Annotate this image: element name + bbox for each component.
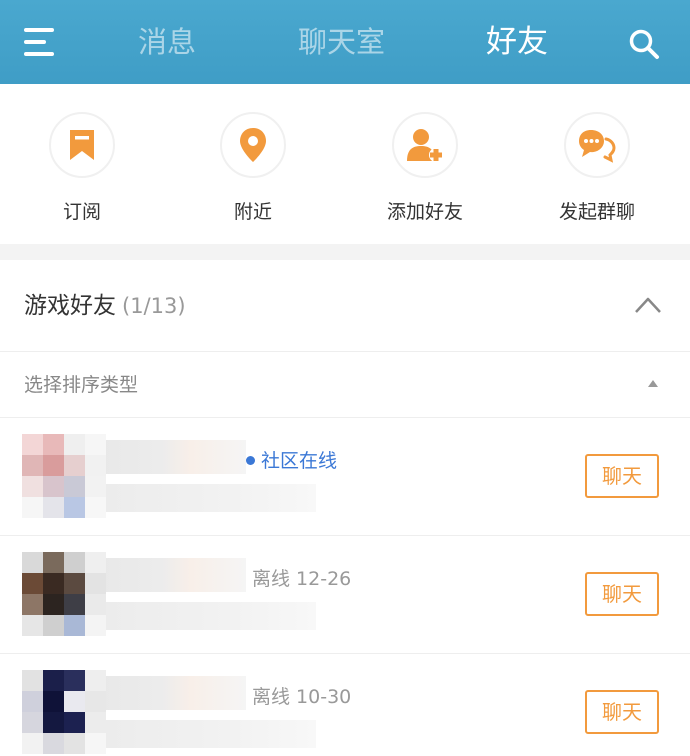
chevron-up-icon[interactable] bbox=[634, 296, 662, 314]
subscribe-label: 订阅 bbox=[62, 201, 101, 223]
add-user-icon bbox=[407, 129, 443, 162]
avatar bbox=[22, 670, 106, 754]
blurred-info bbox=[106, 484, 316, 512]
avatar bbox=[22, 434, 106, 518]
group-count: (1/13) bbox=[122, 294, 186, 318]
tab-chatroom[interactable]: 聊天室 bbox=[298, 22, 385, 62]
status-badge: 离线 12-26 bbox=[252, 568, 352, 590]
add-friend-label: 添加好友 bbox=[386, 201, 463, 223]
start-group-chat-label: 发起群聊 bbox=[558, 201, 635, 223]
tab-friends[interactable]: 好友 bbox=[486, 22, 548, 62]
search-icon[interactable] bbox=[628, 28, 660, 60]
add-friend-button[interactable]: 添加好友 bbox=[360, 112, 490, 224]
bookmark-icon bbox=[70, 130, 94, 160]
caret-up-icon bbox=[648, 380, 658, 387]
nearby-button[interactable]: 附近 bbox=[188, 112, 318, 224]
section-divider bbox=[0, 244, 690, 260]
group-title: 游戏好友 (1/13) bbox=[24, 293, 186, 319]
group-chat-icon bbox=[579, 130, 616, 163]
status-badge: 离线 10-30 bbox=[252, 686, 352, 708]
friend-row[interactable]: 社区在线 聊天 bbox=[0, 418, 690, 536]
blurred-name bbox=[106, 676, 246, 710]
tab-messages[interactable]: 消息 bbox=[138, 22, 196, 62]
blurred-info bbox=[106, 720, 316, 748]
quick-actions: 订阅 附近 添加好友 发起群聊 bbox=[0, 84, 690, 244]
location-pin-icon bbox=[240, 128, 266, 162]
subscribe-button[interactable]: 订阅 bbox=[17, 112, 147, 224]
chat-button[interactable]: 聊天 bbox=[585, 454, 659, 498]
avatar bbox=[22, 552, 106, 636]
blurred-info bbox=[106, 602, 316, 630]
friend-row[interactable]: 离线 12-26 聊天 bbox=[0, 536, 690, 654]
start-group-chat-button[interactable]: 发起群聊 bbox=[532, 112, 662, 224]
sort-label: 选择排序类型 bbox=[24, 374, 139, 396]
nearby-label: 附近 bbox=[233, 201, 272, 223]
blurred-name bbox=[106, 440, 246, 474]
top-nav-bar: 消息 聊天室 好友 bbox=[0, 0, 690, 84]
friend-group-header[interactable]: 游戏好友 (1/13) bbox=[0, 260, 690, 352]
chat-button[interactable]: 聊天 bbox=[585, 572, 659, 616]
friend-row[interactable]: 离线 10-30 聊天 bbox=[0, 654, 690, 756]
chat-button[interactable]: 聊天 bbox=[585, 690, 659, 734]
status-badge: 社区在线 bbox=[246, 448, 337, 474]
blurred-name bbox=[106, 558, 246, 592]
menu-icon[interactable] bbox=[24, 28, 56, 58]
sort-type-selector[interactable]: 选择排序类型 bbox=[0, 352, 690, 418]
